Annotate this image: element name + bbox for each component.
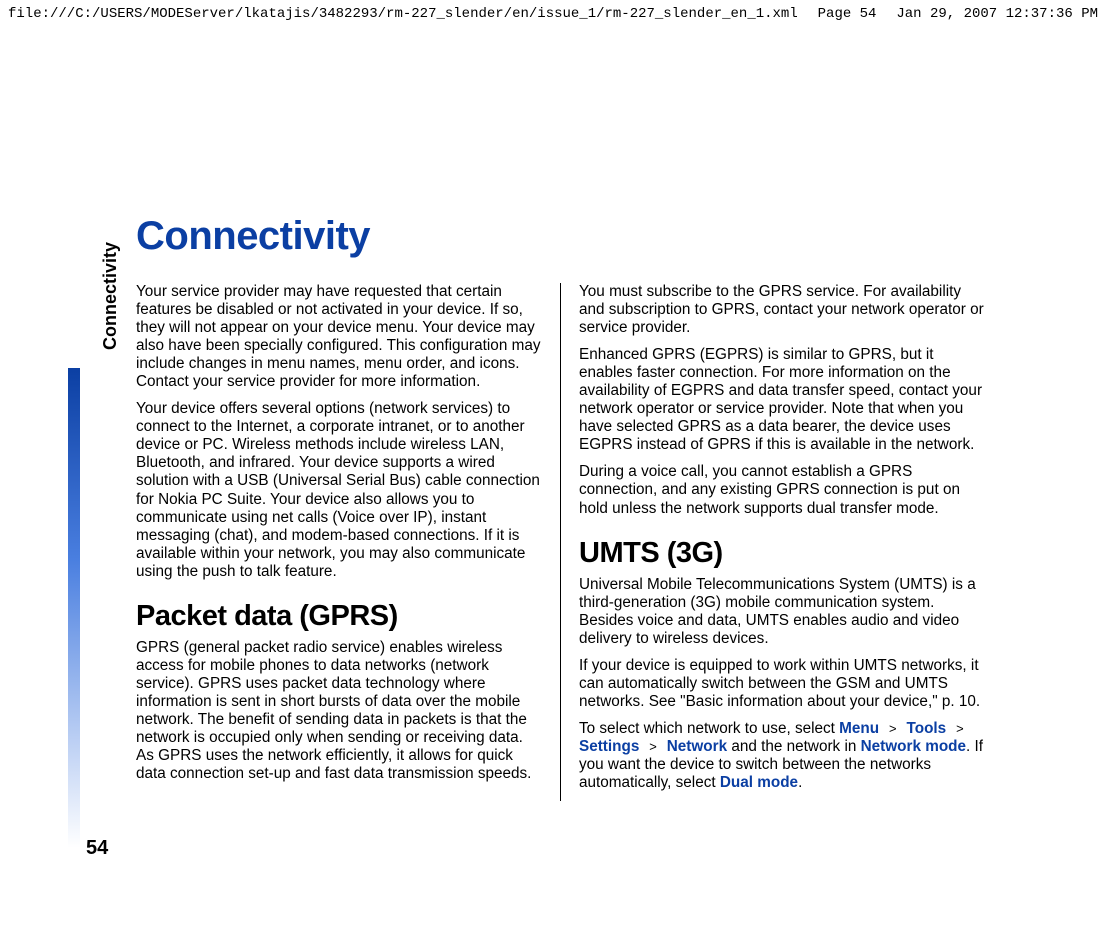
page-number: 54 (86, 837, 108, 860)
section-heading-umts: UMTS (3G) (579, 536, 985, 570)
document-page: file:///C:/USERS/MODEServer/lkatajis/348… (0, 0, 1106, 940)
paragraph: You must subscribe to the GPRS service. … (579, 283, 985, 337)
section-heading-gprs: Packet data (GPRS) (136, 599, 542, 633)
text-fragment: and the network in (727, 738, 861, 755)
page-title: Connectivity (136, 214, 1074, 259)
menu-path-settings: Settings (579, 738, 639, 755)
print-header: file:///C:/USERS/MODEServer/lkatajis/348… (0, 0, 1106, 26)
paragraph: During a voice call, you cannot establis… (579, 463, 985, 517)
content: Connectivity Your service provider may h… (84, 214, 1074, 801)
paragraph: Universal Mobile Telecommunications Syst… (579, 576, 985, 648)
paragraph: Your service provider may have requested… (136, 283, 542, 391)
text-fragment: . (798, 774, 802, 791)
text-fragment: To select which network to use, select (579, 720, 839, 737)
header-filepath: file:///C:/USERS/MODEServer/lkatajis/348… (8, 6, 798, 22)
menu-path-network: Network (667, 738, 727, 755)
header-page-label: Page 54 (818, 6, 877, 22)
chevron-right-icon: > (879, 722, 906, 737)
setting-network-mode: Network mode (861, 738, 966, 755)
columns: Your service provider may have requested… (136, 283, 1074, 801)
setting-dual-mode: Dual mode (720, 774, 798, 791)
chevron-right-icon: > (946, 722, 966, 737)
paragraph: If your device is equipped to work withi… (579, 657, 985, 711)
column-right: You must subscribe to the GPRS service. … (560, 283, 985, 801)
chevron-right-icon: > (639, 740, 666, 755)
paragraph: Your device offers several options (netw… (136, 400, 542, 580)
header-timestamp: Jan 29, 2007 12:37:36 PM (896, 6, 1098, 22)
paragraph: GPRS (general packet radio service) enab… (136, 639, 542, 783)
menu-path-tools: Tools (907, 720, 947, 737)
sidebar-gradient (68, 368, 80, 848)
menu-path-menu: Menu (839, 720, 879, 737)
paragraph: Enhanced GPRS (EGPRS) is similar to GPRS… (579, 346, 985, 454)
column-left: Your service provider may have requested… (136, 283, 542, 801)
paragraph-nav: To select which network to use, select M… (579, 720, 985, 792)
